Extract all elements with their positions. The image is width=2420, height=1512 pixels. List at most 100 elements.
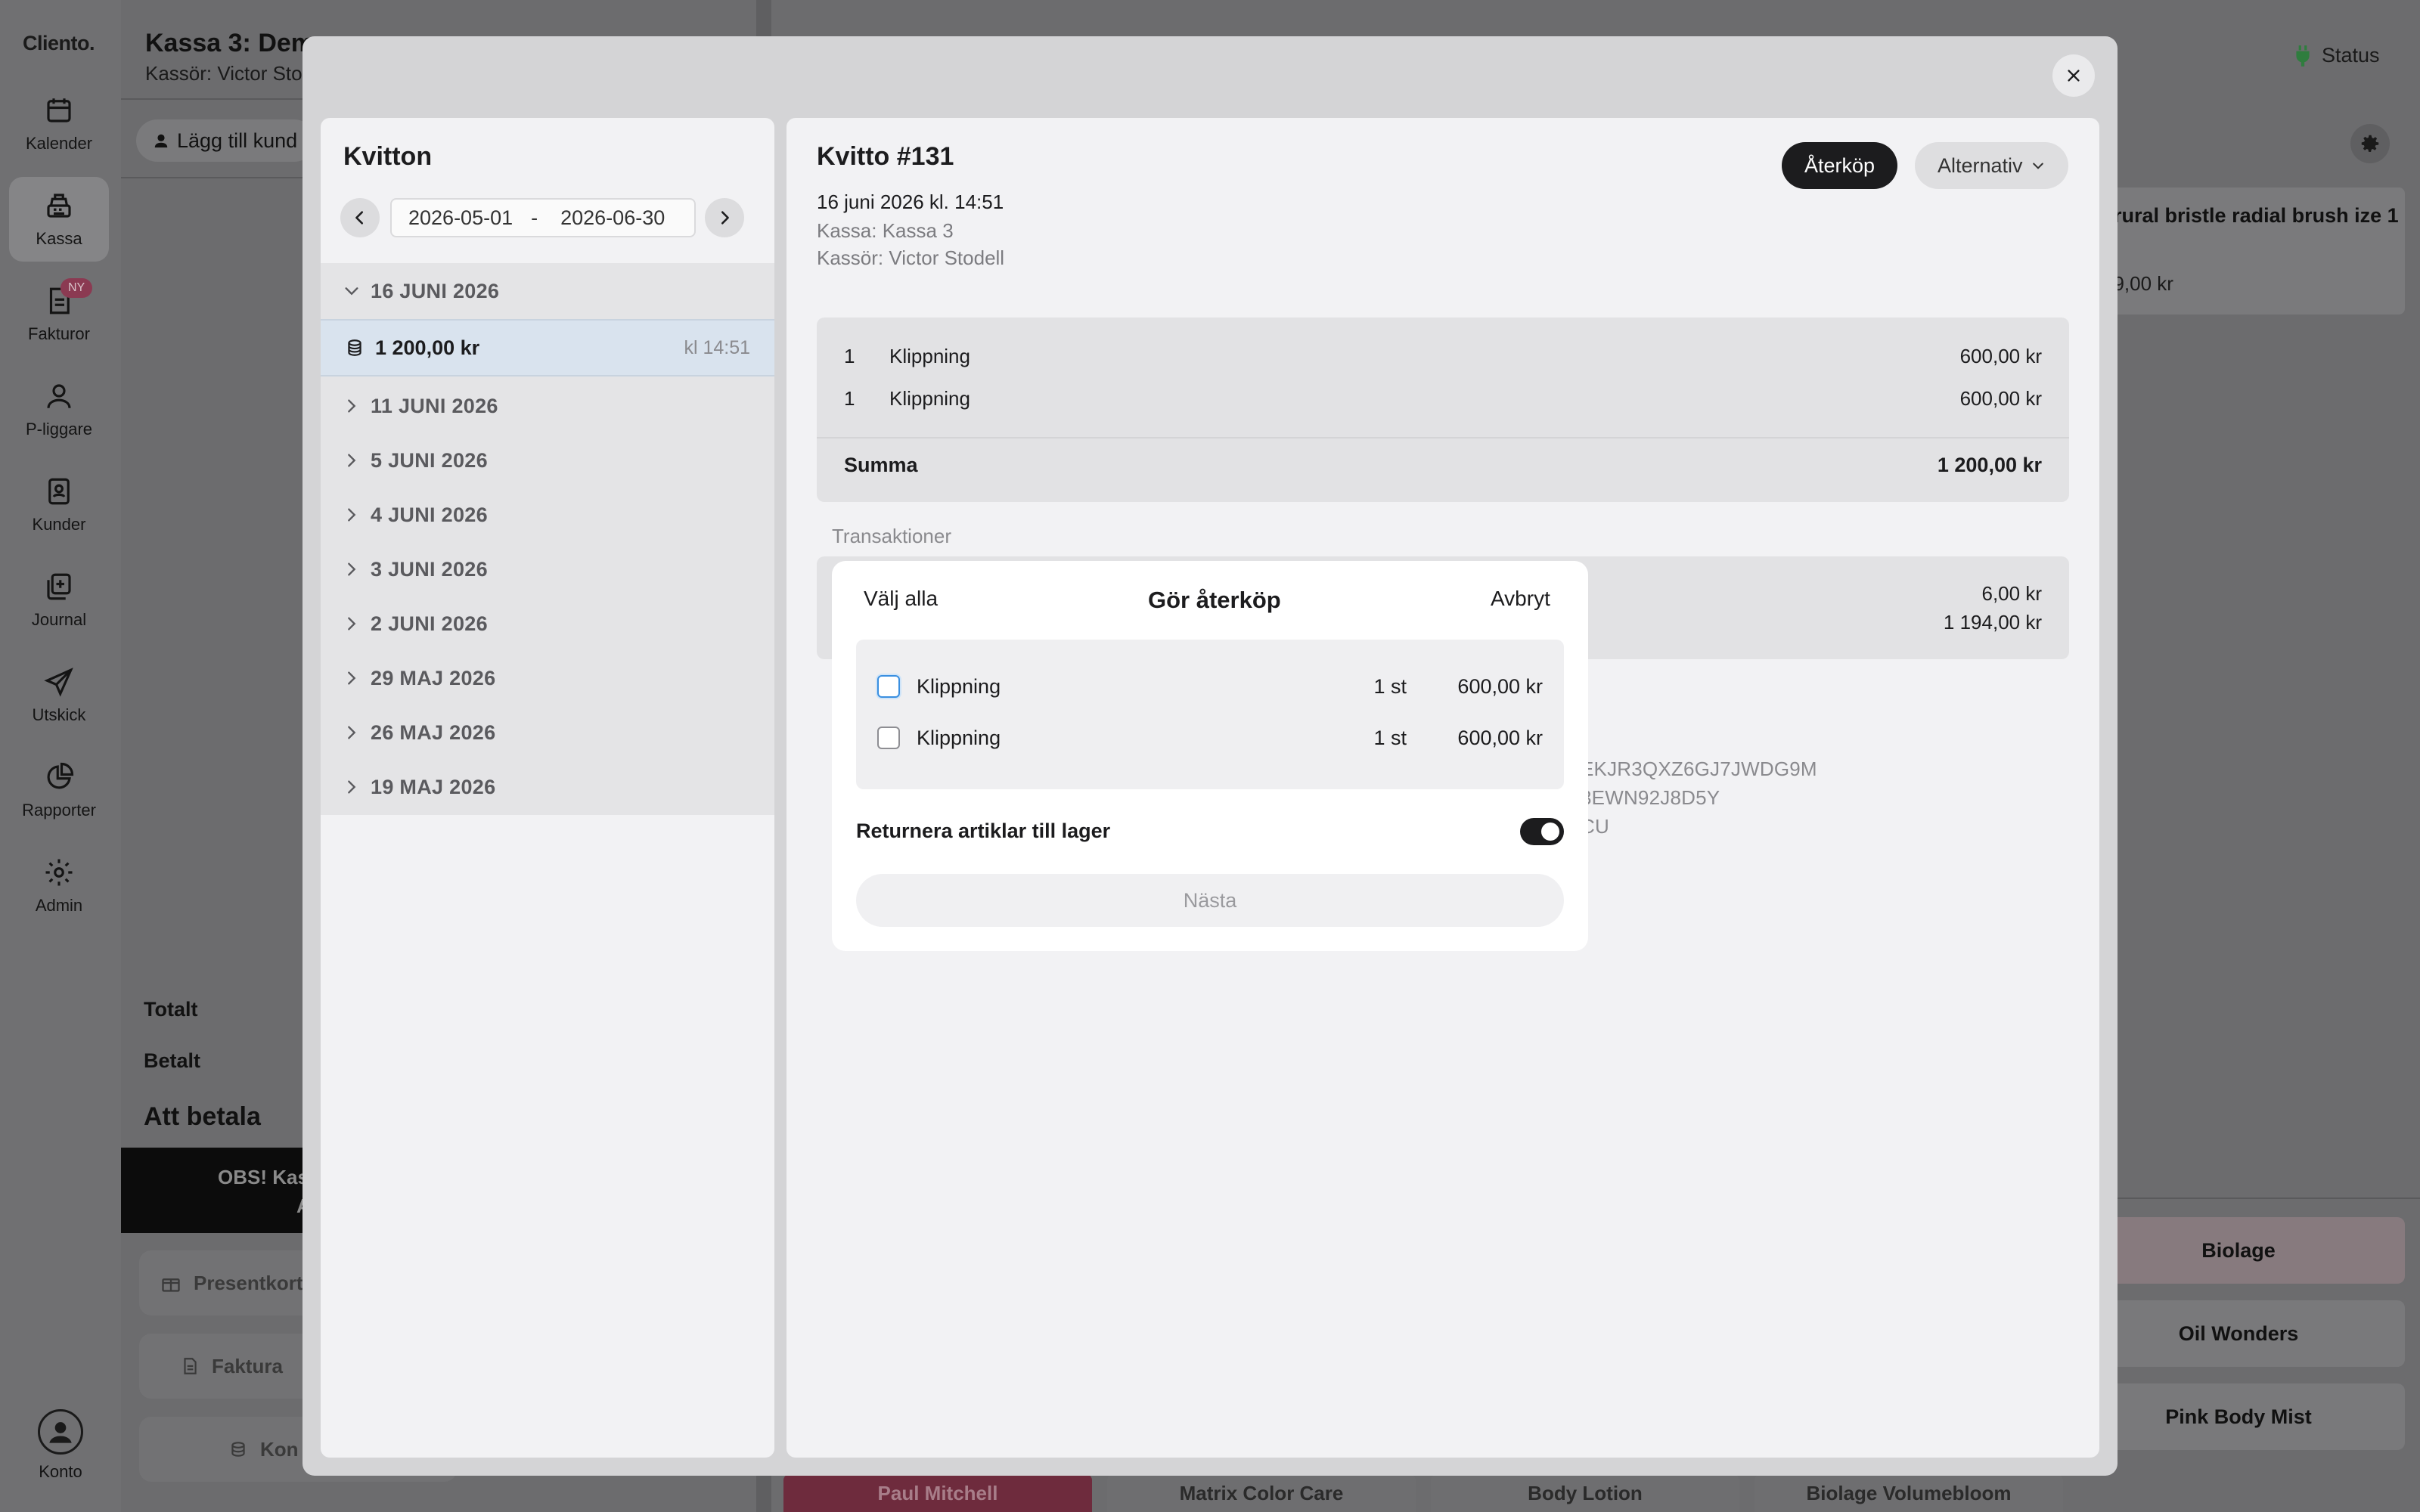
- category-tile[interactable]: Biolage Volumebloom: [1754, 1474, 2063, 1512]
- category-tile[interactable]: Paul Mitchell: [783, 1474, 1092, 1512]
- receipt-line: 1 Klippning 600,00 kr: [844, 387, 2042, 411]
- receipts-title: Kvitton: [343, 142, 433, 171]
- receipt-group-label: 2 JUNI 2026: [371, 612, 488, 635]
- status-indicator[interactable]: Status: [2293, 44, 2380, 67]
- refund-item-checkbox[interactable]: [877, 675, 900, 698]
- sidebar-item-utskick[interactable]: Utskick: [9, 653, 109, 738]
- account-button[interactable]: Konto: [9, 1409, 112, 1485]
- cash-icon: [231, 1442, 245, 1457]
- sum-label: Summa: [844, 454, 918, 476]
- sidebar-item-label: Admin: [35, 896, 83, 915]
- return-to-stock-label: Returnera artiklar till lager: [856, 820, 1111, 842]
- sidebar-item-rapporter[interactable]: Rapporter: [9, 748, 109, 833]
- receipt-group-header[interactable]: 4 JUNI 2026: [321, 488, 774, 541]
- next-button[interactable]: Nästa: [856, 874, 1564, 927]
- date-range-picker[interactable]: 2026-05-01 - 2026-06-30: [390, 198, 696, 237]
- chevron-right-icon: [348, 617, 356, 631]
- receipt-row[interactable]: 1 200,00 kr kl 14:51: [321, 319, 774, 376]
- amount-due-label: Att betala: [144, 1102, 261, 1131]
- receipt-group-header[interactable]: 11 JUNI 2026: [321, 380, 774, 432]
- sidebar-item-label: Rapporter: [22, 801, 96, 820]
- invoice-pay-label: Faktura: [212, 1354, 283, 1377]
- user-avatar-icon: [49, 1422, 72, 1443]
- date-from: 2026-05-01: [408, 206, 513, 229]
- account-label: Konto: [39, 1462, 82, 1481]
- options-label: Alternativ: [1938, 153, 2023, 177]
- refund-item-name: Klippning: [917, 726, 1001, 749]
- refund-items-list: [856, 640, 1564, 789]
- sum-value: 1 200,00 kr: [1937, 454, 2042, 476]
- category-tile[interactable]: Body Lotion: [1431, 1474, 1739, 1512]
- sidebar-item-fakturor[interactable]: Fakturor: [9, 272, 109, 357]
- receipt-group-header[interactable]: 3 JUNI 2026: [321, 543, 774, 596]
- add-customer-button[interactable]: Lägg till kund: [136, 119, 316, 162]
- previous-period-button[interactable]: [340, 198, 380, 237]
- journal-icon: [47, 573, 71, 600]
- receipt-group-header[interactable]: 26 MAJ 2026: [321, 706, 774, 759]
- person-icon: [47, 384, 71, 408]
- send-icon: [44, 668, 73, 697]
- cash-pay-label: Kon: [260, 1437, 299, 1461]
- contacts-icon: [48, 478, 70, 505]
- app-logo: Cliento.: [23, 32, 95, 54]
- sidebar-item-p-liggare[interactable]: P-liggare: [9, 367, 109, 452]
- gift-icon: [162, 1278, 180, 1292]
- divider: [817, 437, 2069, 438]
- sidebar-item-label: P-liggare: [25, 420, 93, 438]
- next-period-button[interactable]: [705, 198, 744, 237]
- chevron-right-icon: [721, 211, 729, 225]
- calendar-icon: [47, 98, 71, 122]
- transactions-label: Transaktioner: [832, 525, 951, 547]
- category-tile[interactable]: Matrix Color Care: [1107, 1474, 1416, 1512]
- category-button[interactable]: Oil Wonders: [2072, 1300, 2405, 1367]
- sidebar-item-label: Utskick: [32, 705, 86, 724]
- refund-item-qty: 1 st: [1373, 674, 1407, 698]
- options-button[interactable]: Alternativ: [1915, 142, 2068, 189]
- receipt-title: Kvitto #131: [817, 142, 954, 171]
- chevron-right-icon: [348, 562, 356, 576]
- chevron-right-icon: [348, 726, 356, 739]
- refund-item[interactable]: Klippning 1 st 600,00 kr: [877, 671, 1543, 702]
- sidebar-item-admin[interactable]: Admin: [9, 844, 109, 928]
- receipt-code: 3EWN92J8D5Y: [1581, 786, 1720, 809]
- line-price: 600,00 kr: [1959, 387, 2042, 410]
- receipt-group-label: 29 MAJ 2026: [371, 666, 496, 689]
- category-button[interactable]: Pink Body Mist: [2072, 1383, 2405, 1450]
- close-button[interactable]: [2052, 54, 2095, 97]
- refund-item-checkbox[interactable]: [877, 727, 900, 749]
- refund-item[interactable]: Klippning 1 st 600,00 kr: [877, 723, 1543, 753]
- sidebar-item-kalender[interactable]: Kalender: [9, 82, 109, 166]
- chevron-down-icon: [345, 287, 358, 296]
- cash-register-icon: [47, 194, 71, 218]
- receipt-group-label: 3 JUNI 2026: [371, 557, 488, 581]
- notice-text: OBS! Kas: [218, 1166, 309, 1188]
- category-button[interactable]: Biolage: [2072, 1217, 2405, 1284]
- receipt-group-header[interactable]: 29 MAJ 2026: [321, 652, 774, 705]
- avatar: [38, 1409, 83, 1455]
- chevron-right-icon: [348, 399, 356, 413]
- receipt-line: 1 Klippning 600,00 kr: [844, 345, 2042, 368]
- sidebar-item-kunder[interactable]: Kunder: [9, 463, 109, 547]
- chevron-right-icon: [348, 454, 356, 467]
- sidebar-item-kassa[interactable]: Kassa: [9, 177, 109, 262]
- receipt-sum-row: Summa 1 200,00 kr: [844, 454, 2042, 477]
- receipt-group-header[interactable]: 19 MAJ 2026: [321, 761, 774, 813]
- cancel-button[interactable]: Avbryt: [1491, 587, 1550, 611]
- receipt-group-header[interactable]: 2 JUNI 2026: [321, 597, 774, 650]
- plug-icon: [2296, 45, 2310, 67]
- receipt-group-label: 5 JUNI 2026: [371, 448, 488, 472]
- invoice-icon: [184, 1358, 197, 1374]
- sidebar-item-journal[interactable]: Journal: [9, 558, 109, 643]
- refund-button[interactable]: Återköp: [1782, 142, 1898, 189]
- receipt-group-header[interactable]: 5 JUNI 2026: [321, 434, 774, 487]
- settings-button[interactable]: [2350, 124, 2390, 163]
- select-all-button[interactable]: Välj alla: [864, 587, 938, 611]
- line-qty: 1: [844, 345, 855, 367]
- person-icon: [154, 134, 168, 148]
- receipt-group-header[interactable]: 16 JUNI 2026: [321, 265, 774, 318]
- register-cashier: Kassör: Victor Sto: [145, 62, 302, 85]
- gear-icon: [45, 859, 73, 886]
- refund-item-name: Klippning: [917, 674, 1001, 698]
- refund-dialog-title: Gör återköp: [1148, 587, 1281, 613]
- sidebar-item-label: Kassa: [36, 229, 82, 248]
